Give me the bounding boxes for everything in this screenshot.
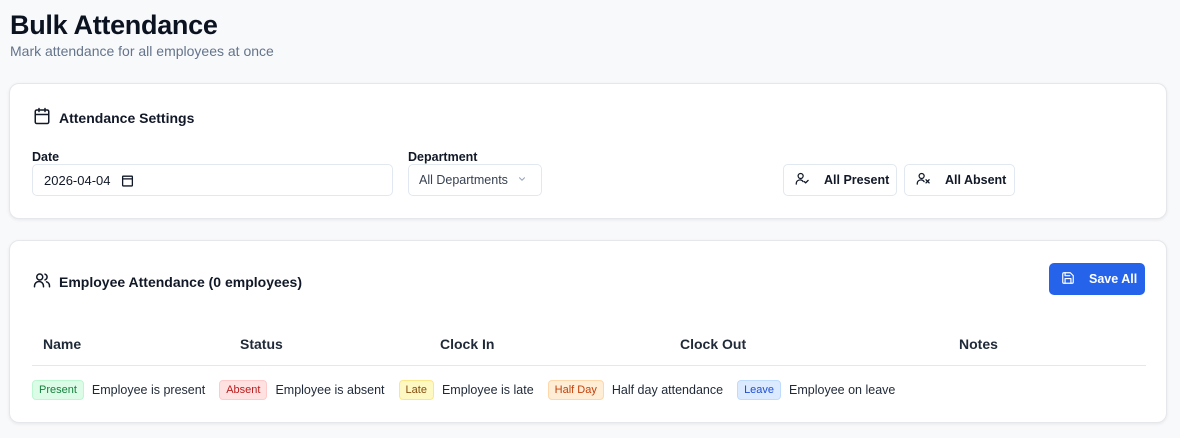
calendar-icon	[33, 107, 51, 128]
table-header: Name Status Clock In Clock Out Notes	[32, 324, 1146, 366]
users-icon	[33, 271, 51, 292]
legend-badge-present: Present	[32, 380, 84, 400]
all-absent-button[interactable]: All Absent	[904, 164, 1015, 196]
all-absent-label: All Absent	[945, 173, 1007, 187]
attendance-title-text: Employee Attendance (0 employees)	[59, 273, 303, 290]
user-check-icon	[795, 171, 810, 189]
column-header-notes: Notes	[959, 336, 998, 352]
save-all-label: Save All	[1089, 272, 1138, 286]
save-all-button[interactable]: Save All	[1049, 263, 1145, 295]
legend-badge-leave: Leave	[737, 380, 782, 400]
page-subtitle: Mark attendance for all employees at onc…	[10, 43, 274, 59]
attendance-card-title: Employee Attendance (0 employees)	[33, 271, 302, 292]
save-icon	[1061, 271, 1075, 288]
employee-attendance-card: Employee Attendance (0 employees) Save A…	[9, 240, 1167, 423]
date-label: Date	[32, 150, 60, 164]
legend-text-absent: Employee is absent	[275, 383, 385, 397]
settings-card-title: Attendance Settings	[33, 107, 194, 128]
date-input[interactable]: 2026-04-04	[32, 164, 393, 196]
all-present-button[interactable]: All Present	[783, 164, 897, 196]
column-header-clock-out: Clock Out	[680, 336, 747, 352]
user-x-icon	[916, 171, 931, 189]
page-title: Bulk Attendance	[10, 10, 218, 40]
chevron-down-icon	[517, 173, 527, 187]
legend-text-late: Employee is late	[441, 383, 534, 397]
attendance-settings-card: Attendance Settings Date 2026-04-04 Depa…	[9, 83, 1167, 219]
all-present-label: All Present	[824, 173, 890, 187]
legend-text-half-day: Half day attendance	[611, 383, 724, 397]
legend-text-present: Employee is present	[91, 383, 206, 397]
legend-badge-absent: Absent	[219, 380, 268, 400]
column-header-clock-in: Clock In	[440, 336, 495, 352]
department-label: Department	[408, 150, 478, 164]
status-legend: Present Employee is present Absent Emplo…	[32, 380, 909, 400]
legend-badge-half-day: Half Day	[547, 380, 604, 400]
legend-badge-late: Late	[398, 380, 434, 400]
department-select[interactable]: All Departments	[408, 164, 542, 196]
settings-title-text: Attendance Settings	[59, 109, 195, 126]
column-header-status: Status	[240, 336, 283, 352]
legend-text-leave: Employee on leave	[789, 383, 896, 397]
page-header: Bulk Attendance Mark attendance for all …	[10, 8, 274, 59]
department-value: All Departments	[419, 173, 508, 187]
date-value: 2026-04-04	[44, 172, 111, 188]
column-header-name: Name	[43, 336, 82, 352]
date-picker-icon[interactable]	[121, 174, 134, 187]
